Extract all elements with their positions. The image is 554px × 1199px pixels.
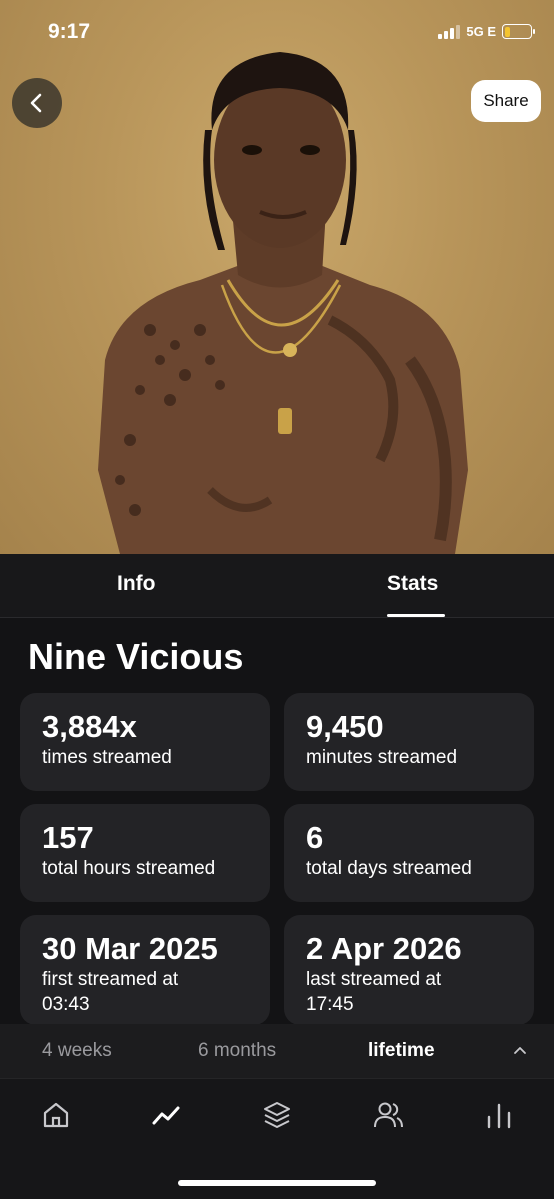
stat-value: 2 Apr 2026 <box>306 931 462 966</box>
chevron-up-icon[interactable] <box>512 1043 528 1059</box>
status-bar: 9:17 5G E <box>0 0 554 66</box>
stat-card-total-hours: 157 total hours streamed <box>20 804 270 902</box>
users-icon[interactable] <box>372 1099 404 1131</box>
battery-icon <box>502 24 535 39</box>
stat-label: times streamed <box>42 747 172 768</box>
stat-label: minutes streamed <box>306 747 458 768</box>
artist-photo <box>0 0 554 554</box>
stats-grid: 3,884x times streamed 9,450 minutes stre… <box>0 680 554 1024</box>
share-button[interactable]: Share <box>471 80 541 122</box>
stat-value: 3,884x <box>42 709 137 744</box>
tab-stats[interactable]: Stats <box>387 572 438 596</box>
stat-label: last streamed at <box>306 969 442 990</box>
home-icon[interactable] <box>40 1099 72 1131</box>
bar-chart-icon[interactable] <box>483 1099 515 1131</box>
home-indicator <box>178 1180 376 1186</box>
status-time: 9:17 <box>48 20 91 43</box>
stat-card-times-streamed: 3,884x times streamed <box>20 693 270 791</box>
stat-value: 6 <box>306 820 324 855</box>
stat-value: 157 <box>42 820 94 855</box>
stat-label: first streamed at <box>42 969 179 990</box>
back-button[interactable] <box>12 78 62 128</box>
stat-card-first-streamed: 30 Mar 2025 first streamed at 03:43 <box>20 915 270 1024</box>
tab-bar: Info Stats <box>0 554 554 618</box>
stat-label: total days streamed <box>306 858 472 879</box>
stat-label: total hours streamed <box>42 858 216 879</box>
chevron-left-icon <box>30 93 42 113</box>
stat-card-total-days: 6 total days streamed <box>284 804 534 902</box>
stat-sub: 03:43 <box>42 994 90 1015</box>
signal-icon <box>438 24 461 39</box>
period-6-months[interactable]: 6 months <box>198 1040 276 1062</box>
stat-value: 30 Mar 2025 <box>42 931 218 966</box>
trending-icon[interactable] <box>150 1099 182 1131</box>
period-lifetime[interactable]: lifetime <box>368 1040 435 1062</box>
layers-icon[interactable] <box>261 1099 293 1131</box>
stat-card-minutes-streamed: 9,450 minutes streamed <box>284 693 534 791</box>
tab-info[interactable]: Info <box>117 572 155 596</box>
stat-value: 9,450 <box>306 709 384 744</box>
network-type: 5G E <box>466 24 496 39</box>
period-selector: 4 weeks 6 months lifetime <box>0 1024 554 1078</box>
tab-active-indicator <box>387 614 445 617</box>
stat-sub: 17:45 <box>306 994 354 1015</box>
stat-card-last-streamed: 2 Apr 2026 last streamed at 17:45 <box>284 915 534 1024</box>
artist-name: Nine Vicious <box>28 636 244 677</box>
period-4-weeks[interactable]: 4 weeks <box>42 1040 112 1062</box>
